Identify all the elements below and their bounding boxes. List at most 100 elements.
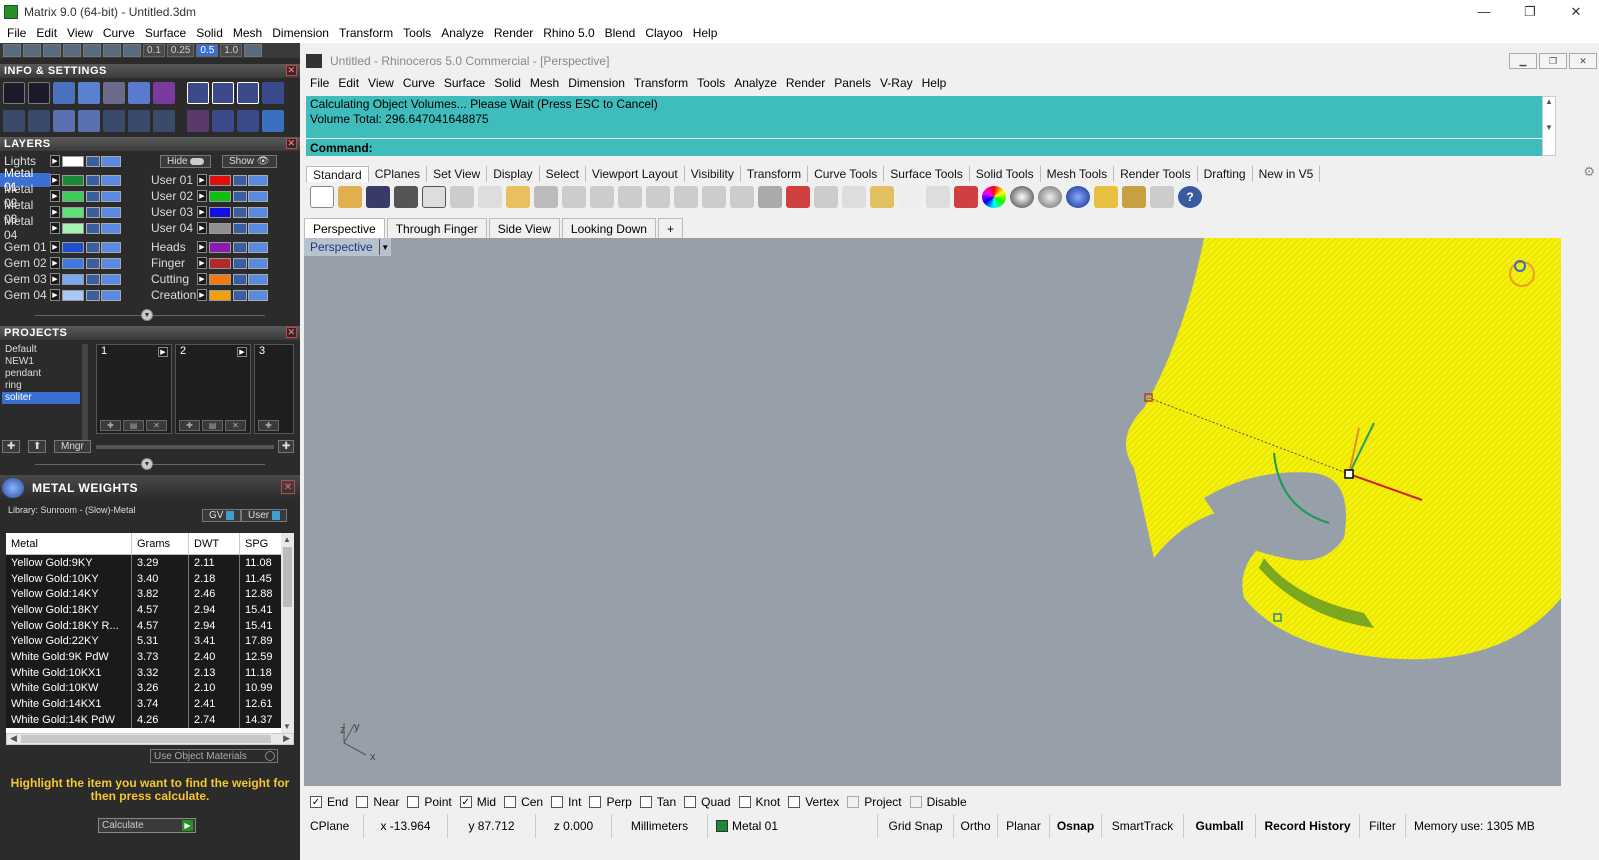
menu-mesh[interactable]: Mesh (229, 26, 268, 40)
layer-name[interactable]: Gem 04 (0, 288, 50, 302)
arrow-right-icon[interactable]: ▶ (197, 206, 207, 218)
viewport-tab-side-view[interactable]: Side View (488, 218, 560, 238)
pan-hand-icon[interactable] (562, 186, 586, 208)
layer-row[interactable]: User 04 ▶ (147, 221, 269, 235)
viewport-tab-through-finger[interactable]: Through Finger (386, 218, 487, 238)
lamp-icon[interactable] (1094, 186, 1118, 208)
monitor-icon[interactable] (28, 110, 50, 132)
hide-button[interactable]: Hide (160, 155, 212, 168)
radio-icon[interactable] (265, 751, 275, 761)
rotate-view-icon[interactable] (590, 186, 614, 208)
toolbar-tab-display[interactable]: Display (487, 166, 540, 182)
layer-row[interactable]: Gem 01 ▶ (0, 240, 122, 254)
layer-name[interactable]: User 04 (147, 221, 197, 235)
gv-toggle[interactable]: GV (202, 509, 242, 522)
cylinder-icon[interactable] (78, 110, 100, 132)
toolbar-tab-drafting[interactable]: Drafting (1198, 166, 1253, 182)
gear-icon[interactable]: ⚙ (1583, 164, 1595, 180)
layer-row[interactable]: Gem 03 ▶ (0, 272, 122, 286)
lock-icon[interactable] (86, 190, 100, 202)
units-label[interactable]: Millimeters (612, 814, 708, 838)
checkbox[interactable]: ✓ (310, 796, 322, 808)
layer-color-swatch[interactable] (62, 190, 84, 202)
project-box-1[interactable]: 1 ▶ ✚ ▤ ✕ (96, 344, 172, 434)
command-scrollbar[interactable]: ▲ ▼ (1542, 96, 1556, 156)
project-list-scrollbar[interactable] (82, 344, 88, 452)
layer-color-swatch[interactable] (209, 222, 231, 234)
layer-color-swatch[interactable] (62, 222, 84, 234)
layer-name[interactable]: Gem 01 (0, 240, 50, 254)
lock-icon[interactable] (926, 186, 950, 208)
column-header-spg[interactable]: SPG (240, 533, 285, 554)
visibility-toggle[interactable] (101, 273, 121, 285)
layer-row[interactable]: Heads ▶ (147, 240, 269, 254)
settings-icon[interactable] (3, 82, 25, 104)
tool-icon[interactable] (43, 44, 61, 57)
render-icon[interactable] (1066, 186, 1090, 208)
viewport-tab-looking-down[interactable]: Looking Down (561, 218, 656, 238)
arrow-right-icon[interactable]: ▶ (50, 222, 60, 234)
layer-name[interactable]: Cutting (147, 272, 197, 286)
scroll-thumb[interactable] (283, 547, 292, 607)
rhino-menu-dimension[interactable]: Dimension (566, 76, 632, 90)
table-row[interactable]: White Gold:14K PdW 4.26 2.74 14.37 (6, 711, 294, 728)
hide-objects-icon[interactable] (814, 186, 838, 208)
osnap-knot[interactable]: Knot (738, 795, 780, 809)
menu-clayoo[interactable]: Clayoo (641, 26, 688, 40)
notes-icon[interactable] (128, 82, 150, 104)
layer-name[interactable]: Metal 04 (0, 214, 50, 242)
new-file-icon[interactable] (310, 186, 334, 208)
lock-icon[interactable] (86, 174, 100, 186)
close-icon[interactable]: ✕ (1569, 53, 1597, 69)
layer-name[interactable]: User 03 (147, 205, 197, 219)
document-icon[interactable] (103, 82, 125, 104)
arrow-right-icon[interactable]: ▶ (197, 222, 207, 234)
tool-icon[interactable] (262, 110, 284, 132)
chevron-right-icon[interactable]: ▶ (283, 733, 290, 744)
lock-icon[interactable] (86, 257, 100, 269)
column-header-grams[interactable]: Grams (132, 533, 189, 554)
tool-icon[interactable] (237, 110, 259, 132)
status-record-history-button[interactable]: Record History (1256, 814, 1360, 838)
restore-icon[interactable]: ❐ (1539, 53, 1567, 69)
layer-color-swatch[interactable] (62, 257, 84, 269)
car-icon[interactable] (786, 186, 810, 208)
select-icon[interactable] (128, 110, 150, 132)
toolbar-tab-solid-tools[interactable]: Solid Tools (970, 166, 1041, 182)
chevron-down-icon[interactable]: ▼ (283, 722, 291, 731)
osnap-int[interactable]: Int (551, 795, 581, 809)
checkbox[interactable] (356, 796, 369, 808)
rhino-menu-v-ray[interactable]: V-Ray (878, 76, 920, 90)
checkbox[interactable] (788, 796, 801, 808)
visibility-toggle[interactable] (248, 206, 268, 218)
viewport-tab-perspective[interactable]: Perspective (304, 218, 385, 238)
arrow-right-icon[interactable]: ▶ (50, 190, 60, 202)
close-icon[interactable]: ✕ (286, 65, 297, 76)
osnap-point[interactable]: Point (407, 795, 452, 809)
tool-icon[interactable] (83, 44, 101, 57)
status-grid-snap-button[interactable]: Grid Snap (878, 814, 954, 838)
arrow-right-icon[interactable]: ▶ (50, 257, 60, 269)
toolbar-tab-select[interactable]: Select (540, 166, 586, 182)
search-icon[interactable] (28, 82, 50, 104)
toolbar-tab-render-tools[interactable]: Render Tools (1114, 166, 1198, 182)
layer-row[interactable]: Gem 04 ▶ (0, 288, 122, 302)
toolbar-tab-curve-tools[interactable]: Curve Tools (808, 166, 885, 182)
export-icon[interactable] (422, 186, 446, 208)
cut-icon[interactable] (450, 186, 474, 208)
chevron-down-icon[interactable]: ▼ (141, 458, 153, 470)
lock-icon[interactable] (233, 174, 247, 186)
layout-icon[interactable] (3, 110, 25, 132)
osnap-near[interactable]: Near (356, 795, 399, 809)
table-row[interactable]: Yellow Gold:18KY 4.57 2.94 15.41 (6, 602, 294, 618)
status-smarttrack-button[interactable]: SmartTrack (1102, 814, 1184, 838)
save-icon[interactable]: ▤ (202, 420, 223, 431)
menu-solid[interactable]: Solid (192, 26, 229, 40)
cube-icon[interactable] (78, 82, 100, 104)
layer-color-swatch[interactable] (62, 206, 84, 218)
layer-row[interactable]: Creation ▶ (147, 288, 269, 302)
layer-name[interactable]: Finger (147, 256, 197, 270)
rhino-menu-mesh[interactable]: Mesh (528, 76, 566, 90)
color-wheel-icon[interactable] (982, 186, 1006, 208)
visibility-toggle[interactable] (101, 257, 121, 269)
